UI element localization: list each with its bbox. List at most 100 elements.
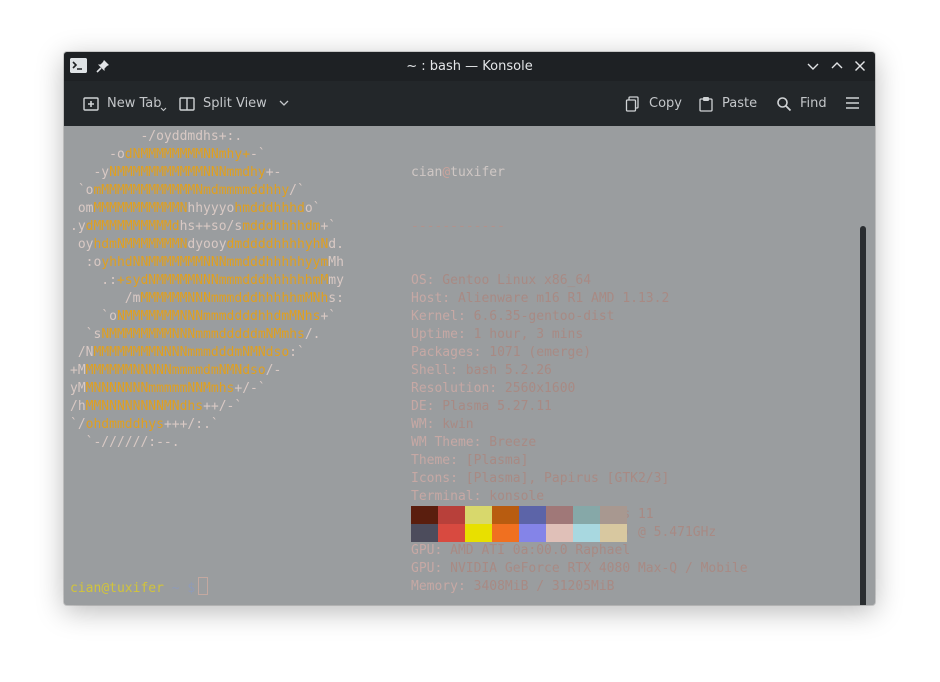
- copy-icon: [625, 95, 639, 112]
- paste-button[interactable]: Paste: [698, 81, 757, 126]
- logo-segment: NMMMMMMMNNNmmmddddhhdmMNhs: [116, 309, 321, 324]
- toolbar: New Tab Split View Copy Paste Find: [64, 81, 875, 126]
- logo-segment: yM: [70, 381, 86, 396]
- info-value: Gentoo Linux x86_64: [434, 273, 592, 288]
- logo-segment: -y: [70, 165, 110, 180]
- logo-segment: dMMMMMMMMMMd: [85, 219, 180, 234]
- info-fields: OS: Gentoo Linux x86_64 Host: Alienware m…: [411, 272, 748, 596]
- info-key: GPU:: [411, 543, 443, 558]
- info-key: Terminal:: [411, 489, 482, 504]
- logo-line: -yNMMMMMMMMMMMNNNmmdhy+-: [70, 164, 344, 182]
- logo-segment: /N: [70, 345, 94, 360]
- logo-line: `sNMMMMMMMMNNNmmmdddddmNMmhs/.: [70, 326, 344, 344]
- new-tab-label: New Tab: [107, 96, 162, 111]
- color-swatch: [573, 524, 600, 542]
- logo-segment: d.: [328, 237, 344, 252]
- logo-line: `-//////:--.: [70, 434, 344, 452]
- logo-segment: oy: [70, 237, 94, 252]
- shell-prompt[interactable]: cian@tuxifer ~ $: [70, 577, 209, 598]
- logo-segment: MMMMMMNNNNNmmmmdmNMNdso: [85, 363, 266, 378]
- split-view-button[interactable]: Split View: [179, 81, 289, 126]
- logo-segment: /`: [289, 183, 305, 198]
- logo-segment: hs++so/s: [179, 219, 243, 234]
- logo-line: /hMMNNNNNNNNMNdhs++/-`: [70, 398, 344, 416]
- logo-line: :oyhhdNNMMMMMMMNNNmmdddhhhhhyymMh: [70, 254, 344, 272]
- logo-segment: +sydNMMMMMNNNmmmdddhhhhhhmM: [116, 273, 329, 288]
- color-swatch: [546, 506, 573, 524]
- logo-segment: ++/-`: [203, 399, 243, 414]
- logo-segment: +++/:.`: [163, 417, 219, 432]
- chevron-down-icon[interactable]: [279, 100, 289, 107]
- logo-segment: `/: [70, 417, 86, 432]
- logo-segment: om: [70, 201, 94, 216]
- color-swatch: [600, 524, 627, 542]
- logo-segment: dNMMMMMMMMNNmhy+: [124, 147, 251, 162]
- new-tab-button[interactable]: New Tab: [83, 81, 167, 126]
- info-value: Alienware m16 R1 AMD 1.13.2: [450, 291, 670, 306]
- logo-segment: MMMMMMMMNNNNmmmdddmNMNdso: [93, 345, 290, 360]
- color-palette: [411, 506, 627, 542]
- paste-icon: [699, 96, 713, 112]
- paste-label: Paste: [722, 96, 758, 111]
- gentoo-ascii-logo: -/oyddmdhs+:. -odNMMMMMMMMNNmhy+-` -yNMM…: [70, 128, 344, 452]
- info-row: Kernel: 6.6.35-gentoo-dist: [411, 308, 748, 326]
- logo-segment: :`: [289, 345, 305, 360]
- color-swatch: [600, 506, 627, 524]
- info-row: Resolution: 2560x1600: [411, 380, 748, 398]
- logo-segment: dyooy: [187, 237, 227, 252]
- copy-button[interactable]: Copy: [625, 81, 682, 126]
- maximize-icon[interactable]: [830, 59, 844, 73]
- logo-segment: :o: [70, 255, 102, 270]
- info-row: Terminal: konsole: [411, 488, 748, 506]
- info-row: OS: Gentoo Linux x86_64: [411, 272, 748, 290]
- logo-segment: hhyyyo: [187, 201, 235, 216]
- prompt-user: cian: [70, 581, 102, 596]
- hamburger-menu-icon[interactable]: [845, 96, 860, 110]
- info-value: konsole: [481, 489, 545, 504]
- logo-segment: ohdmmddhys: [85, 417, 164, 432]
- color-swatch: [411, 506, 438, 524]
- info-at: @: [442, 165, 451, 180]
- logo-line: -/oyddmdhs+:.: [70, 128, 344, 146]
- info-row: GPU: NVIDIA GeForce RTX 4080 Max-Q / Mob…: [411, 560, 748, 578]
- info-key: Theme:: [411, 453, 458, 468]
- logo-line: /mMMMMMMNNNmmmdddhhhhhmMNhs:: [70, 290, 344, 308]
- info-key: Kernel:: [411, 309, 466, 324]
- find-button[interactable]: Find: [776, 81, 827, 126]
- info-key: Resolution:: [411, 381, 498, 396]
- logo-line: -odNMMMMMMMMNNmhy+-`: [70, 146, 344, 164]
- palette-row-bottom: [411, 524, 627, 542]
- logo-segment: MMNNNNNNNNMNdhs: [85, 399, 204, 414]
- info-key: Icons:: [411, 471, 458, 486]
- info-value: 1071 (emerge): [481, 345, 592, 360]
- terminal-view[interactable]: -/oyddmdhs+:. -odNMMMMMMMMNNmhy+-` -yNMM…: [64, 126, 875, 605]
- close-icon[interactable]: [853, 59, 867, 73]
- logo-line: +MMMMMMMNNNNNmmmmdmNMNdso/-: [70, 362, 344, 380]
- user-host-line: cian@tuxifer: [411, 164, 748, 182]
- scrollbar[interactable]: [860, 226, 866, 605]
- logo-segment: yhhdNNMMMMMMMNNNmmdddhhhhhyym: [101, 255, 329, 270]
- logo-segment: NMMMMMMMMMMMNNNmmdhy: [109, 165, 266, 180]
- color-swatch: [492, 506, 519, 524]
- copy-label: Copy: [649, 96, 682, 111]
- split-view-icon: [179, 96, 195, 111]
- logo-segment: /.: [304, 327, 321, 342]
- color-swatch: [465, 524, 492, 542]
- info-value: kwin: [434, 417, 474, 432]
- info-key: OS:: [411, 273, 435, 288]
- info-key: WM:: [411, 417, 435, 432]
- info-separator: ------------: [411, 219, 505, 234]
- info-row: Icons: [Plasma], Papirus [GTK2/3]: [411, 470, 748, 488]
- color-swatch: [573, 506, 600, 524]
- prompt-at: @: [101, 581, 110, 596]
- logo-segment: dmddddhhhhyhN: [226, 237, 329, 252]
- title-bar[interactable]: ~ : bash — Konsole: [64, 52, 875, 81]
- info-row: Theme: [Plasma]: [411, 452, 748, 470]
- info-key: Host:: [411, 291, 451, 306]
- logo-line: `omMMMMMMMMMMMMNmdmmmmddhhy/`: [70, 182, 344, 200]
- info-value: bash 5.2.26: [457, 363, 552, 378]
- logo-segment: +/-`: [234, 381, 266, 396]
- info-value: [Plasma]: [457, 453, 529, 468]
- info-host: tuxifer: [450, 165, 505, 180]
- minimize-icon[interactable]: [806, 59, 820, 73]
